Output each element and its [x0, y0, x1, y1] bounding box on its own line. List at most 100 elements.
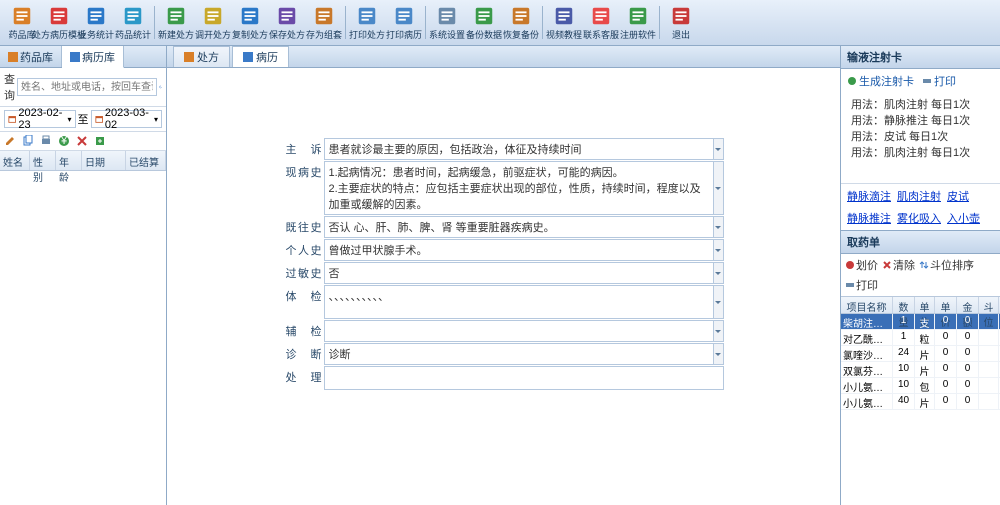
field-input[interactable] — [324, 366, 724, 390]
print-record-button[interactable]: 打印病历 — [386, 2, 422, 43]
col-settled[interactable]: 已结算 — [126, 151, 166, 170]
copy-icon[interactable] — [22, 135, 34, 147]
tab-prescription[interactable]: 处方 — [173, 46, 230, 67]
gen-card-button[interactable]: 生成注射卡 — [847, 73, 914, 89]
med-row[interactable]: 小儿氨酚黄…10包00 — [841, 378, 1000, 394]
patient-grid-body[interactable] — [0, 171, 166, 505]
save-rx-button[interactable]: 保存处方 — [269, 2, 305, 43]
form-row-3: 个人史曾做过甲状腺手术。 — [284, 239, 724, 261]
date-from[interactable]: 2023-02-23▾ — [4, 110, 76, 128]
refresh-icon[interactable] — [159, 82, 162, 92]
sort-button[interactable]: 斗位排序 — [919, 257, 974, 273]
dropdown-icon[interactable] — [714, 161, 724, 215]
field-input[interactable]: 患者就诊最主要的原因，包括政治，体征及持续时间 — [324, 138, 714, 160]
print-rx-button[interactable]: 打印处方 — [349, 2, 385, 43]
route-link[interactable]: 静脉推注 — [847, 210, 891, 226]
col-sex[interactable]: 性别 — [30, 151, 56, 170]
route-link[interactable]: 静脉滴注 — [847, 188, 891, 204]
field-label: 辅 检 — [284, 320, 324, 342]
tab-medical-record[interactable]: 病历 — [232, 46, 289, 67]
restore-button[interactable]: 恢复备份 — [503, 2, 539, 43]
dropdown-icon[interactable] — [714, 216, 724, 238]
med-row[interactable]: 对乙酰氨基…1粒00 — [841, 330, 1000, 346]
edit-icon[interactable] — [4, 135, 16, 147]
field-label: 个人史 — [284, 239, 324, 261]
field-input[interactable]: 1.起病情况：患者时间，起病缓急，前驱症状，可能的病因。 2.主要症状的特点：应… — [324, 161, 714, 215]
date-to[interactable]: 2023-03-02▾ — [91, 110, 163, 128]
open-rx-button[interactable]: 调开处方 — [195, 2, 231, 43]
save-rx-icon — [276, 5, 298, 27]
new-rx-button[interactable]: 新建处方 — [158, 2, 194, 43]
biz-stats-button[interactable]: 业务统计 — [78, 2, 114, 43]
tab-drug-lib[interactable]: 药品库 — [0, 46, 62, 67]
field-label: 体 检 — [284, 285, 324, 319]
dropdown-icon[interactable] — [714, 285, 724, 319]
biz-stats-icon — [85, 5, 107, 27]
export-icon[interactable] — [94, 135, 106, 147]
route-link[interactable]: 雾化吸入 — [897, 210, 941, 226]
date-sep: 至 — [78, 111, 89, 127]
clear-button[interactable]: 清除 — [882, 257, 915, 273]
copy-rx-button[interactable]: 复制处方 — [232, 2, 268, 43]
sys-settings-button[interactable]: 系统设置 — [429, 2, 465, 43]
mcol-amount[interactable]: 金额 — [957, 297, 979, 313]
med-row[interactable]: 小儿氨酚黄…40片00 — [841, 394, 1000, 410]
field-input[interactable]: 否 — [324, 262, 714, 284]
rx-template-button[interactable]: 处方病历模板 — [41, 2, 77, 43]
open-rx-icon — [202, 5, 224, 27]
save-draft-button[interactable]: 存为组套 — [306, 2, 342, 43]
dropdown-icon[interactable] — [714, 239, 724, 261]
register-button[interactable]: 注册软件 — [620, 2, 656, 43]
left-panel: 药品库 病历库 查询 2023-02-23▾ 至 2023-03-02▾ ¥ 姓… — [0, 46, 167, 505]
dropdown-icon[interactable] — [714, 138, 724, 160]
med-row[interactable]: 柴胡注射液1支00 — [841, 314, 1000, 330]
left-tabs: 药品库 病历库 — [0, 46, 166, 68]
print-card-button[interactable]: 打印 — [922, 73, 956, 89]
dropdown-icon[interactable] — [714, 262, 724, 284]
save-draft-icon — [313, 5, 335, 27]
calendar-icon — [95, 114, 103, 124]
med-row[interactable]: 双氯芬酸钠…10片00 — [841, 362, 1000, 378]
print-med-button[interactable]: 打印 — [845, 277, 878, 293]
mcol-pos[interactable]: 斗位 — [979, 297, 999, 313]
route-link[interactable]: 入小壶 — [947, 210, 980, 226]
delete-icon[interactable] — [76, 135, 88, 147]
mcol-price[interactable]: 单价 — [935, 297, 957, 313]
search-input[interactable] — [17, 78, 157, 96]
register-icon — [627, 5, 649, 27]
contact-icon — [590, 5, 612, 27]
usage-line: 用法：肌肉注射 每日1次 — [851, 97, 990, 113]
mcol-unit[interactable]: 单位 — [915, 297, 935, 313]
mcol-qty[interactable]: 数量 — [893, 297, 915, 313]
print-icon[interactable] — [40, 135, 52, 147]
price-button[interactable]: 划价 — [845, 257, 878, 273]
drug-stats-button[interactable]: 药品统计 — [115, 2, 151, 43]
contact-button[interactable]: 联系客服 — [583, 2, 619, 43]
backup-button[interactable]: 备份数据 — [466, 2, 502, 43]
route-link[interactable]: 肌肉注射 — [897, 188, 941, 204]
tab-record-lib[interactable]: 病历库 — [62, 46, 124, 68]
field-label: 处 理 — [284, 366, 324, 390]
field-input[interactable]: 诊断 — [324, 343, 714, 365]
mcol-name[interactable]: 项目名称 — [841, 297, 893, 313]
copy-rx-icon — [239, 5, 261, 27]
field-label: 主 诉 — [284, 138, 324, 160]
main-toolbar: 药品库处方病历模板业务统计药品统计新建处方调开处方复制处方保存处方存为组套打印处… — [0, 0, 1000, 46]
refund-icon[interactable]: ¥ — [58, 135, 70, 147]
video-tutorial-button[interactable]: 视频教程 — [546, 2, 582, 43]
route-link[interactable]: 皮试 — [947, 188, 969, 204]
dropdown-icon[interactable] — [714, 320, 724, 342]
field-input[interactable]: 、、、、、、、、、、 — [324, 285, 714, 319]
clear-icon — [882, 260, 892, 270]
col-name[interactable]: 姓名 — [0, 151, 30, 170]
usage-line: 用法：静脉推注 每日1次 — [851, 113, 990, 129]
exit-button[interactable]: 退出 — [663, 2, 699, 43]
med-row[interactable]: 氯喹沙宗片24片00 — [841, 346, 1000, 362]
patient-grid-header: 姓名 性别 年龄 日期 已结算 — [0, 151, 166, 171]
dropdown-icon[interactable] — [714, 343, 724, 365]
field-input[interactable] — [324, 320, 714, 342]
col-age[interactable]: 年龄 — [56, 151, 82, 170]
field-input[interactable]: 曾做过甲状腺手术。 — [324, 239, 714, 261]
col-date[interactable]: 日期 — [82, 151, 126, 170]
field-input[interactable]: 否认 心、肝、肺、脾、肾 等重要脏器疾病史。 — [324, 216, 714, 238]
